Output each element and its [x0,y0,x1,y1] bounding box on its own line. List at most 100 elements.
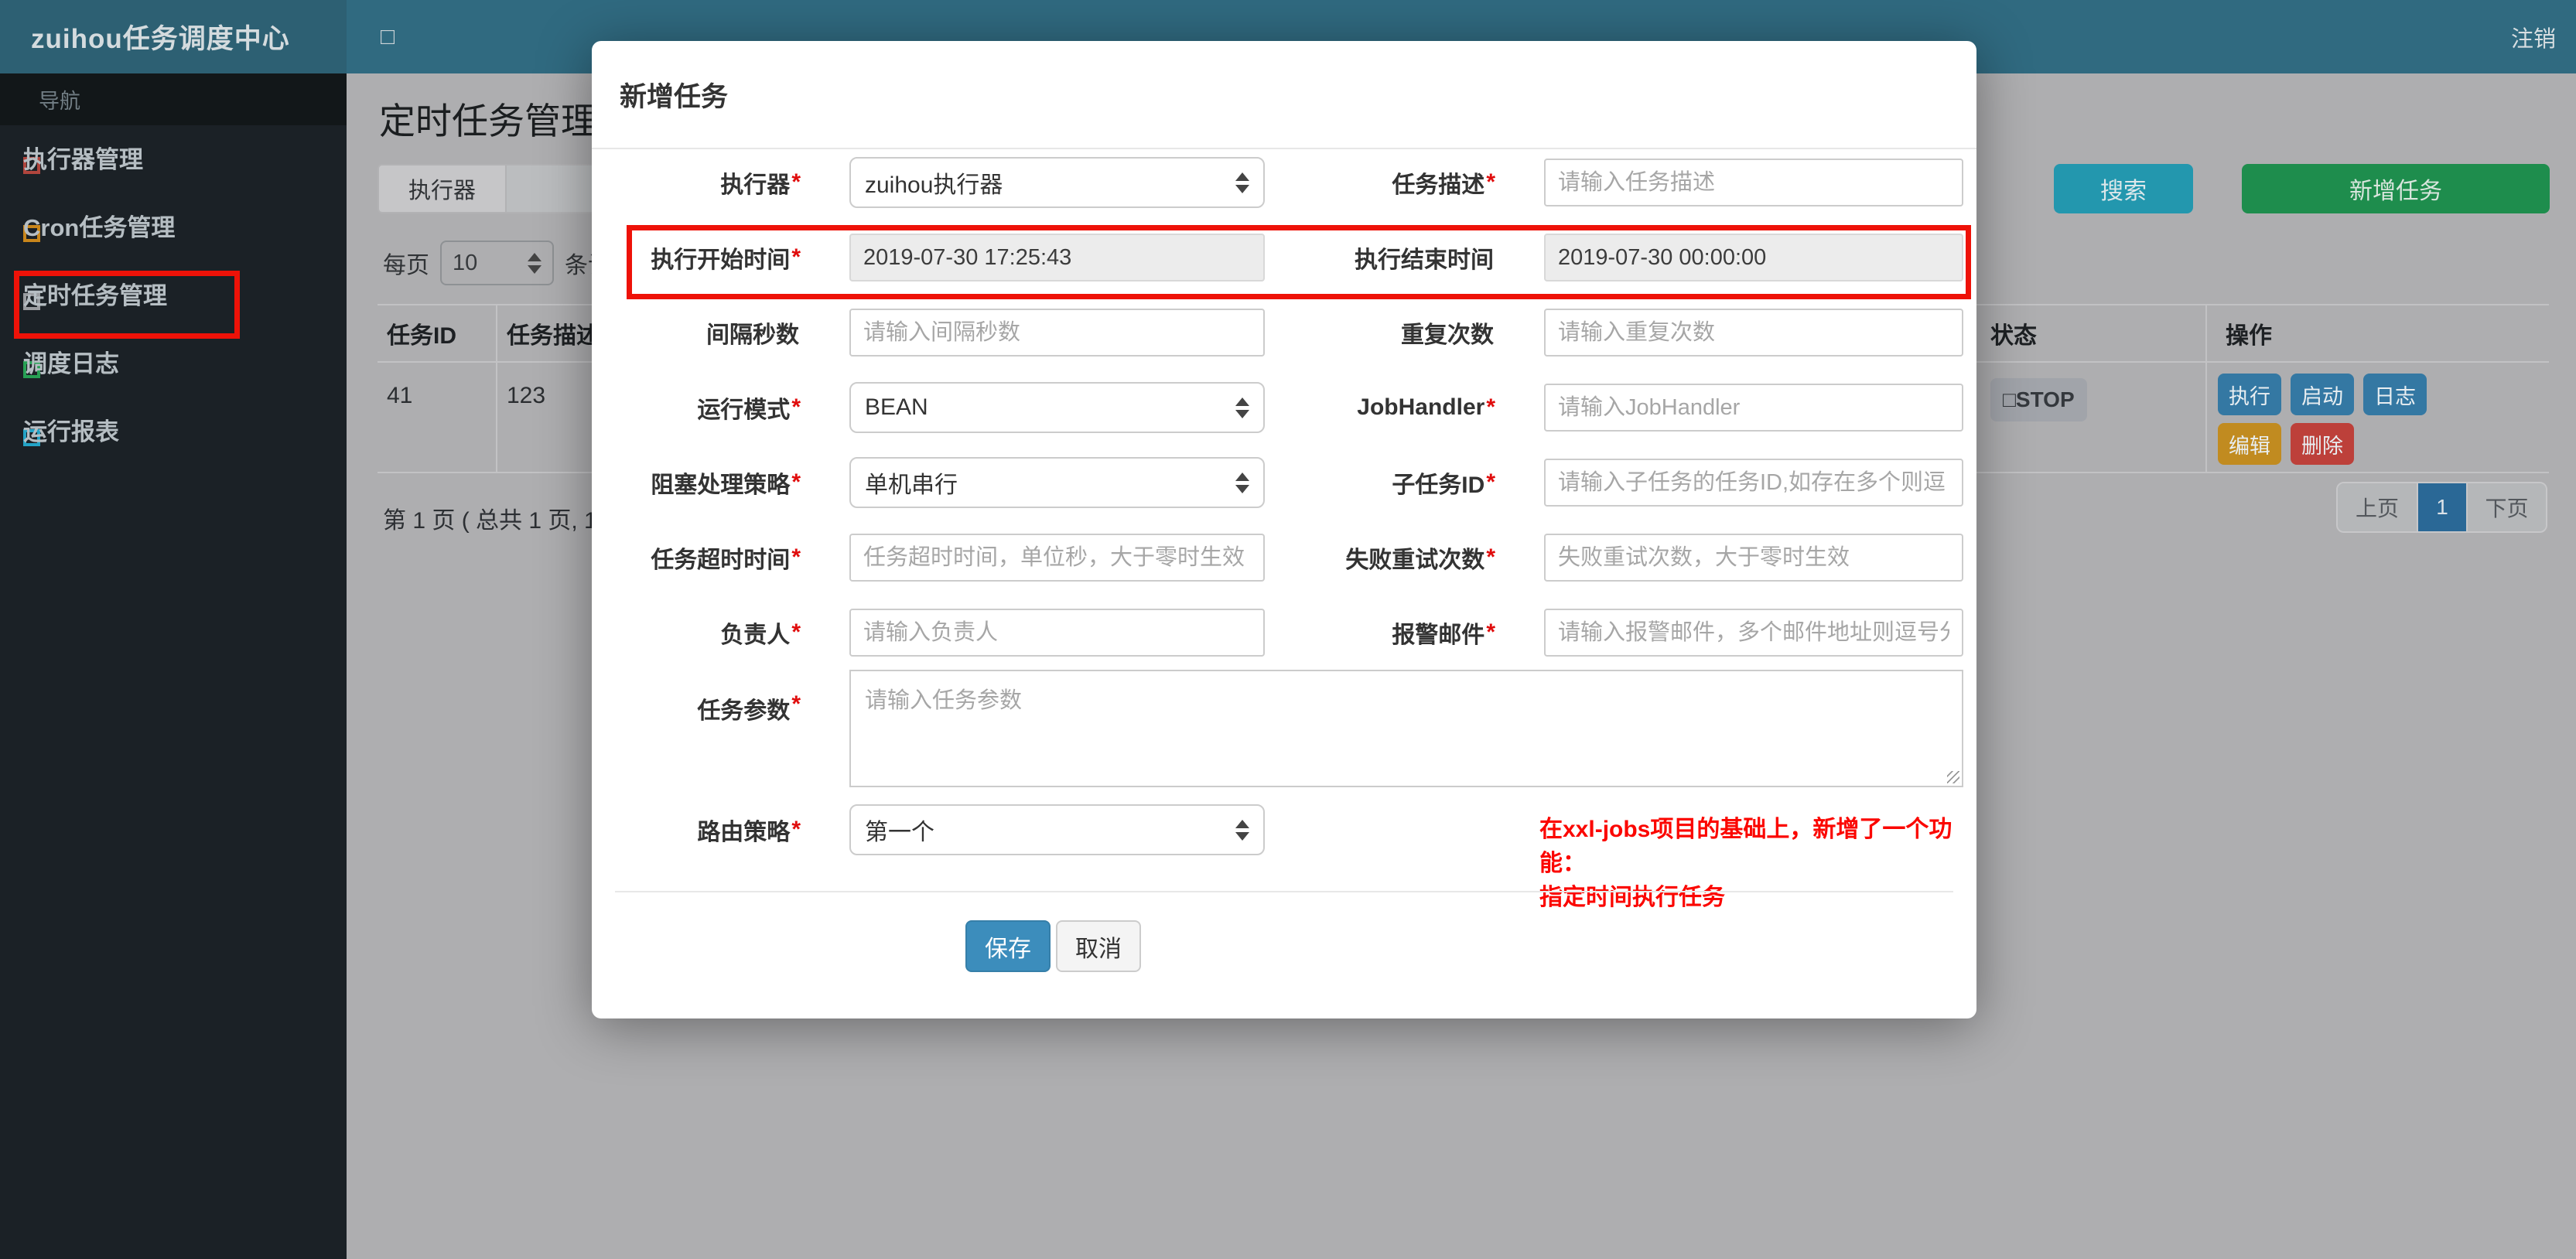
per-page-select[interactable]: 10 [440,241,554,285]
log-button[interactable]: 日志 [2363,374,2427,415]
fail-retry-input[interactable] [1544,534,1963,582]
job-param-textarea[interactable] [849,670,1963,787]
cell-task-desc: 123 [507,383,546,408]
required-asterisk: * [791,691,801,717]
select-spinner-icon [1235,172,1249,193]
required-asterisk: * [1486,619,1495,645]
per-page-value: 10 [453,250,478,275]
glue-type-select[interactable]: BEAN [849,382,1265,433]
glue-type-label: 运行模式 * [697,394,801,423]
add-task-button[interactable]: 新增任务 [2242,164,2550,213]
alarm-email-input[interactable] [1544,609,1963,657]
select-spinner-icon [1235,819,1249,841]
repeat-label: 重复次数 [1401,322,1494,348]
modal-footer-divider [615,891,1953,892]
feature-note: 在xxl-jobs项目的基础上，新增了一个功能： 指定时间执行任务 [1539,813,1973,915]
modal-title: 新增任务 [620,81,729,112]
select-spinner-icon [1235,397,1249,418]
author-input[interactable] [849,609,1265,657]
col-header-task-id: 任务ID [387,323,456,349]
sidebar-item-executor-manage[interactable]: 执行器管理 [0,131,347,200]
save-button[interactable]: 保存 [965,920,1051,972]
column-divider [496,305,497,472]
repeat-input[interactable] [1544,309,1963,357]
per-page-prefix: 每页 [383,253,429,278]
sidebar-item-label: 定时任务管理 [23,281,167,309]
required-asterisk: * [791,244,801,270]
timeout-input[interactable] [849,534,1265,582]
required-asterisk: * [1486,169,1495,195]
feature-note-line2: 指定时间执行任务 [1539,885,1725,910]
fail-retry-label: 失败重试次数 * [1345,544,1495,573]
select-spinner-icon [1235,472,1249,493]
modal-header: 新增任务 [592,41,1976,149]
sidebar-item-label: 调度日志 [23,350,119,377]
pagination: 上页 1 下页 [2336,482,2547,533]
start-time-input[interactable] [849,234,1265,281]
required-asterisk: * [1486,394,1495,420]
required-asterisk: * [791,394,801,420]
end-time-label: 执行结束时间 [1355,247,1494,273]
col-header-actions: 操作 [2226,323,2272,349]
prev-page-button[interactable]: 上页 [2338,483,2417,531]
sidebar-toggle-icon[interactable]: □ [381,0,395,73]
status-badge: □STOP [1990,378,2087,421]
job-handler-input[interactable] [1544,384,1963,432]
route-strategy-label: 路由策略 * [697,817,801,845]
block-strategy-select[interactable]: 单机串行 [849,457,1265,508]
executor-select[interactable]: zuihou执行器 [849,157,1265,208]
interval-label: 间隔秒数 [706,322,799,348]
logout-link[interactable]: 注销 [2511,0,2556,73]
alarm-email-label: 报警邮件 * [1392,619,1495,648]
start-time-label: 执行开始时间 * [651,244,801,273]
sidebar-item-label: 运行报表 [23,418,119,445]
sidebar-item-label: 执行器管理 [23,145,143,173]
sidebar: 导航 执行器管理 Cron任务管理 定时任务管理 调度日志 运行报表 [0,73,347,1259]
sidebar-item-cron-task[interactable]: Cron任务管理 [0,200,347,268]
cancel-button[interactable]: 取消 [1056,920,1141,972]
executor-select-value: zuihou执行器 [865,172,1003,198]
edit-button[interactable]: 编辑 [2218,423,2281,465]
select-spinner-icon [528,252,542,274]
delete-button[interactable]: 删除 [2291,423,2354,465]
job-handler-label: JobHandler * [1357,394,1495,420]
route-strategy-select-value: 第一个 [865,820,934,845]
job-desc-input[interactable] [1544,159,1963,206]
job-desc-label: 任务描述 * [1392,169,1495,198]
required-asterisk: * [791,169,801,195]
sidebar-item-run-report[interactable]: 运行报表 [0,404,347,472]
required-asterisk: * [791,817,801,842]
author-label: 负责人 * [720,619,801,648]
child-job-label: 子任务ID * [1392,469,1495,498]
executor-filter-label: 执行器 [378,164,507,213]
sidebar-item-dispatch-log[interactable]: 调度日志 [0,336,347,404]
column-divider [2205,305,2207,472]
next-page-button[interactable]: 下页 [2466,483,2546,531]
brand-title: zuihou任务调度中心 [0,0,347,73]
per-page-control: 每页 10 条记 [383,240,611,286]
row-actions-line1: 执行 启动 日志 [2218,374,2427,415]
current-page-button[interactable]: 1 [2417,483,2466,531]
child-job-input[interactable] [1544,459,1963,507]
end-time-input[interactable] [1544,234,1963,281]
search-button[interactable]: 搜索 [2054,164,2193,213]
col-header-status: 状态 [1990,323,2037,349]
interval-input[interactable] [849,309,1265,357]
required-asterisk: * [791,544,801,570]
col-header-task-desc: 任务描述 [507,323,600,349]
executor-label: 执行器 * [720,169,801,198]
run-button[interactable]: 执行 [2218,374,2281,415]
required-asterisk: * [1486,544,1495,570]
page-title: 定时任务管理 [379,101,597,142]
required-asterisk: * [791,469,801,495]
pagination-summary: 第 1 页 ( 总共 1 页, 1 [383,508,597,534]
cell-task-id: 41 [387,383,413,408]
app-window: zuihou任务调度中心 □ 注销 导航 执行器管理 Cron任务管理 定时任务… [0,0,2576,1259]
start-button[interactable]: 启动 [2291,374,2354,415]
add-task-modal: 新增任务 执行器* zuihou执行器 任务描述* 执行开始时间* [592,41,1976,1018]
row-actions-line2: 编辑 删除 [2218,423,2354,465]
sidebar-nav-label: 导航 [0,73,347,125]
route-strategy-select[interactable]: 第一个 [849,804,1265,855]
block-strategy-select-value: 单机串行 [865,473,958,498]
sidebar-item-scheduled-task[interactable]: 定时任务管理 [0,268,347,336]
